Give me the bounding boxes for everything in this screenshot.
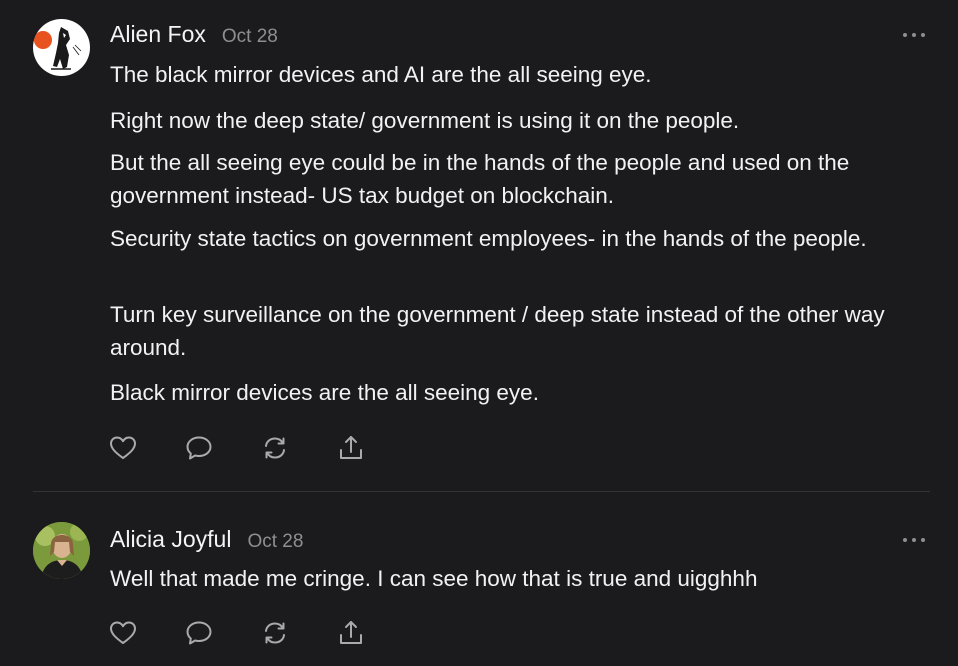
speech-bubble-icon <box>186 621 212 645</box>
comment-date[interactable]: Oct 28 <box>247 531 303 553</box>
comment-text: Well that made me cringe. I can see how … <box>110 566 758 591</box>
share-button[interactable] <box>336 618 366 648</box>
repost-icon <box>265 622 285 644</box>
avatar[interactable] <box>33 522 90 579</box>
more-dots-icon <box>903 538 907 542</box>
share-icon <box>340 621 362 644</box>
comment-actions <box>108 618 412 648</box>
like-button[interactable] <box>108 618 138 648</box>
restack-button[interactable] <box>260 618 290 648</box>
comment-header: Alicia Joyful Oct 28 <box>110 526 303 553</box>
more-options-button[interactable] <box>903 535 925 545</box>
heart-icon <box>110 621 136 644</box>
author-name[interactable]: Alicia Joyful <box>110 526 231 553</box>
comment-alicia-joyful: Alicia Joyful Oct 28 Well that made me c… <box>0 0 958 666</box>
reply-button[interactable] <box>184 618 214 648</box>
